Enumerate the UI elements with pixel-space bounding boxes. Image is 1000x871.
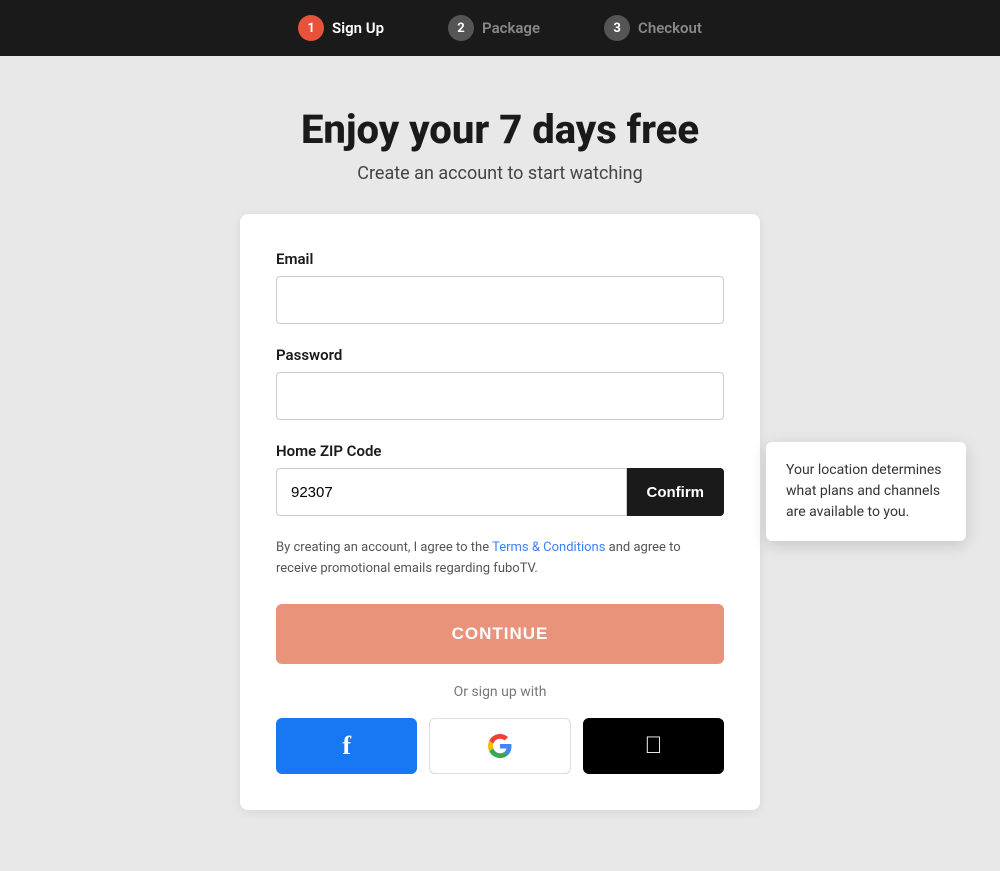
terms-link[interactable]: Terms & Conditions [492,540,605,555]
continue-button[interactable]: CONTINUE [276,604,724,664]
step-label-signup: Sign Up [332,19,384,37]
zip-group: Home ZIP Code Confirm Your location dete… [276,442,724,516]
page-subheadline: Create an account to start watching [357,163,642,184]
top-nav: 1 Sign Up 2 Package 3 Checkout [0,0,1000,56]
email-label: Email [276,250,724,268]
main-content: Enjoy your 7 days free Create an account… [0,56,1000,810]
google-icon [488,734,512,758]
password-label: Password [276,346,724,364]
facebook-signin-button[interactable]: f [276,718,417,774]
password-input[interactable] [276,372,724,420]
step-label-checkout: Checkout [638,19,702,37]
signup-form-card: Email Password Home ZIP Code Confirm You… [240,214,760,810]
step-number-1: 1 [298,15,324,41]
step-number-3: 3 [604,15,630,41]
social-buttons: f  [276,718,724,774]
facebook-icon: f [342,731,351,761]
zip-input[interactable] [276,468,627,516]
zip-row: Confirm [276,468,724,516]
apple-icon:  [644,732,662,760]
or-divider: Or sign up with [276,684,724,700]
step-number-2: 2 [448,15,474,41]
email-input[interactable] [276,276,724,324]
confirm-button[interactable]: Confirm [627,468,725,516]
terms-text: By creating an account, I agree to the T… [276,538,724,580]
apple-signin-button[interactable]:  [583,718,724,774]
zip-tooltip: Your location determines what plans and … [766,442,966,541]
step-checkout[interactable]: 3 Checkout [604,15,702,41]
step-label-package: Package [482,19,540,37]
step-package[interactable]: 2 Package [448,15,540,41]
zip-label: Home ZIP Code [276,442,724,460]
google-signin-button[interactable] [429,718,570,774]
password-group: Password [276,346,724,420]
page-headline: Enjoy your 7 days free [301,106,699,153]
email-group: Email [276,250,724,324]
step-signup[interactable]: 1 Sign Up [298,15,384,41]
